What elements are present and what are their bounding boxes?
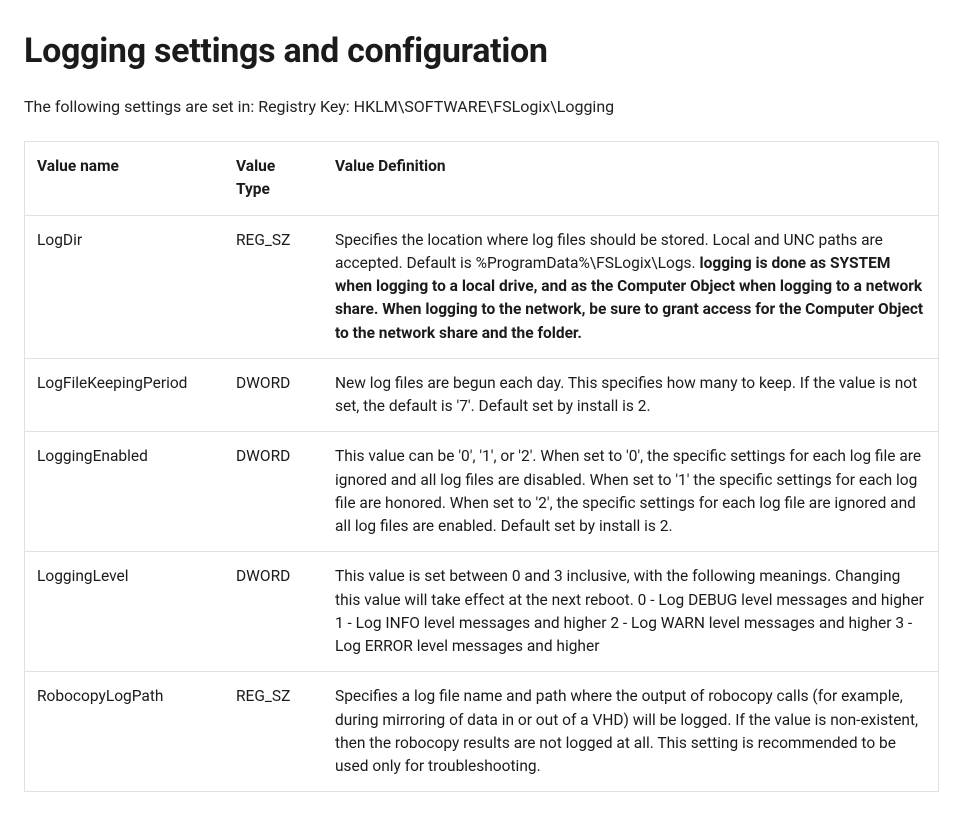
table-row: RobocopyLogPath REG_SZ Specifies a log f… — [25, 672, 939, 792]
cell-type: REG_SZ — [224, 672, 323, 792]
cell-name: LoggingLevel — [25, 552, 225, 672]
table-row: LoggingEnabled DWORD This value can be '… — [25, 432, 939, 552]
page-intro: The following settings are set in: Regis… — [24, 95, 939, 119]
cell-definition: This value is set between 0 and 3 inclus… — [323, 552, 939, 672]
table-header-row: Value name Value Type Value Definition — [25, 142, 939, 216]
cell-definition: This value can be '0', '1', or '2'. When… — [323, 432, 939, 552]
definition-plain: New log files are begun each day. This s… — [335, 374, 917, 415]
cell-type: DWORD — [224, 358, 323, 432]
cell-name: LogFileKeepingPeriod — [25, 358, 225, 432]
header-definition: Value Definition — [323, 142, 939, 216]
table-row: LogDir REG_SZ Specifies the location whe… — [25, 215, 939, 358]
header-name: Value name — [25, 142, 225, 216]
header-type: Value Type — [224, 142, 323, 216]
settings-table: Value name Value Type Value Definition L… — [24, 141, 939, 792]
cell-definition: Specifies a log file name and path where… — [323, 672, 939, 792]
cell-type: DWORD — [224, 552, 323, 672]
definition-plain: Specifies a log file name and path where… — [335, 687, 918, 775]
cell-name: LogDir — [25, 215, 225, 358]
cell-name: RobocopyLogPath — [25, 672, 225, 792]
definition-plain: This value is set between 0 and 3 inclus… — [335, 567, 924, 655]
table-row: LogFileKeepingPeriod DWORD New log files… — [25, 358, 939, 432]
table-row: LoggingLevel DWORD This value is set bet… — [25, 552, 939, 672]
definition-plain: This value can be '0', '1', or '2'. When… — [335, 447, 921, 535]
document-page: Logging settings and configuration The f… — [0, 0, 963, 824]
cell-name: LoggingEnabled — [25, 432, 225, 552]
cell-definition: Specifies the location where log files s… — [323, 215, 939, 358]
cell-definition: New log files are begun each day. This s… — [323, 358, 939, 432]
cell-type: REG_SZ — [224, 215, 323, 358]
cell-type: DWORD — [224, 432, 323, 552]
page-title: Logging settings and configuration — [24, 26, 939, 77]
